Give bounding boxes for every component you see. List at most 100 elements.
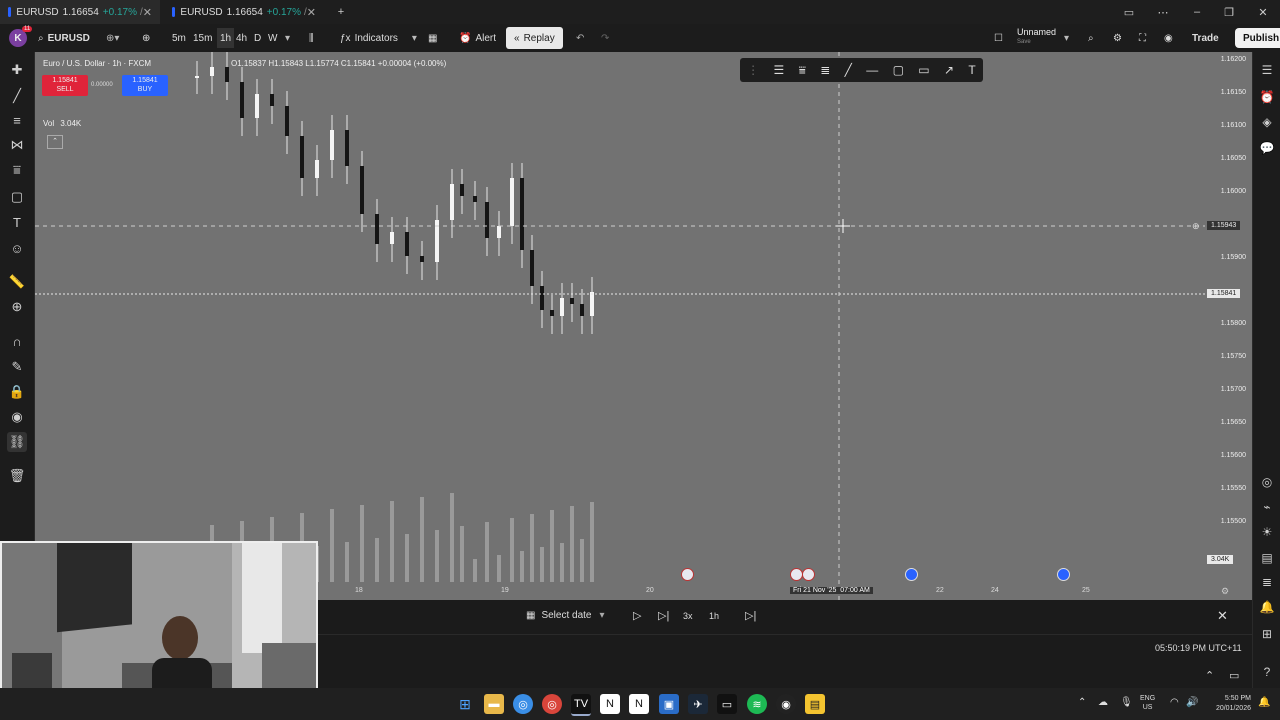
candles-icon[interactable]: ⫼ (309, 24, 314, 52)
more-icon[interactable]: ⋯ (1146, 0, 1180, 24)
parallel-channel-icon[interactable]: ⩸ (799, 63, 806, 78)
news-icon[interactable]: ≣ (1257, 572, 1277, 592)
screen-share-icon[interactable]: ▭ (1112, 0, 1146, 24)
shapes-icon[interactable]: ▢ (7, 187, 27, 207)
price-scale[interactable]: 1.16200 1.16150 1.16100 1.16050 1.16000 1.159… (1205, 52, 1252, 600)
layers-icon[interactable]: ◈ (1257, 112, 1277, 132)
browser-tab-2[interactable]: EURUSD 1.16654 +0.17% / ✕ (164, 0, 324, 24)
system-clock[interactable]: 5:50 PM 20/01/2026 (1209, 694, 1251, 714)
language-indicator[interactable]: ENG US (1140, 694, 1155, 712)
play-icon[interactable]: ▷ (633, 609, 641, 622)
symbol-legend[interactable]: Euro / U.S. Dollar · 1h · FXCM (43, 59, 151, 68)
eye-icon[interactable]: ◉ (7, 407, 27, 427)
draw-mode-icon[interactable]: ✎ (7, 357, 27, 377)
buy-button[interactable]: 1.15841 BUY (122, 75, 168, 96)
close-tab-icon[interactable]: ✕ (143, 6, 152, 19)
callout-icon[interactable]: ▭ (918, 63, 929, 77)
calendar-icon[interactable]: ▤ (1257, 548, 1277, 568)
interval-15m[interactable]: 15m (193, 24, 212, 52)
chrome-icon[interactable]: ◎ (513, 694, 533, 714)
chevron-down-icon[interactable]: ▾ (1064, 24, 1069, 52)
chat-icon[interactable]: 💬 (1257, 138, 1277, 158)
close-replay-icon[interactable]: ✕ (1217, 608, 1228, 624)
event-flag-icon[interactable] (681, 568, 694, 581)
select-date-button[interactable]: ▦ Select date ▾ (526, 610, 605, 621)
replay-speed[interactable]: 3x (683, 611, 693, 621)
trash-icon[interactable]: 🗑 (7, 466, 27, 486)
zoom-icon[interactable]: ⊕ (7, 297, 27, 317)
fib-retracement-icon[interactable]: ≣ (820, 63, 830, 77)
pulse-icon[interactable]: ⌁ (1257, 497, 1277, 517)
event-flag-icon[interactable] (802, 568, 815, 581)
ruler-icon[interactable]: 📏 (7, 272, 27, 292)
emoji-icon[interactable]: ☺ (7, 238, 27, 258)
maximize-panel-icon[interactable]: ▭ (1229, 669, 1239, 682)
spotify-icon[interactable]: ≋ (747, 694, 767, 714)
chart-canvas[interactable] (35, 52, 1252, 600)
maximize-icon[interactable]: ❐ (1212, 0, 1246, 24)
alerts-icon[interactable]: ⏰ (1257, 87, 1277, 107)
quick-search-icon[interactable]: ⌕ (1088, 24, 1094, 52)
photos-icon[interactable]: ▣ (659, 694, 679, 714)
interval-d[interactable]: D (254, 24, 261, 52)
replay-button[interactable]: « Replay (506, 27, 563, 49)
capcut-icon[interactable]: ▭ (717, 694, 737, 714)
obs-icon[interactable]: ◉ (776, 694, 796, 714)
lightbulb-icon[interactable]: ☀ (1257, 522, 1277, 542)
horizontal-ray-icon[interactable]: ☰ (774, 63, 785, 77)
close-window-icon[interactable]: ✕ (1246, 0, 1280, 24)
pattern-icon[interactable]: ⋈ (7, 135, 27, 155)
add-alert-icon[interactable]: ⊕ (1192, 221, 1200, 232)
interval-1h[interactable]: 1h (217, 28, 235, 48)
sell-button[interactable]: 1.15841 SELL (42, 75, 88, 96)
wifi-icon[interactable]: ◠ (1170, 697, 1179, 708)
volume-icon[interactable]: 🔊 (1186, 697, 1198, 708)
templates-icon[interactable]: ▦ (428, 24, 437, 52)
microphone-icon[interactable]: 🎙 (1120, 697, 1133, 708)
text-icon[interactable]: T (7, 212, 27, 232)
interval-4h[interactable]: 4h (236, 24, 247, 52)
steam-icon[interactable]: ✈ (688, 694, 708, 714)
trend-line-icon[interactable]: ╱ (7, 86, 27, 106)
trade-button[interactable]: Trade (1192, 24, 1219, 52)
interval-5m[interactable]: 5m (172, 24, 186, 52)
rectangle-icon[interactable]: ▢ (893, 63, 904, 77)
event-flag-icon[interactable] (1057, 568, 1070, 581)
fib-icon[interactable]: ≡ (7, 110, 27, 130)
layout-checkbox-icon[interactable]: ☐ (994, 24, 1003, 52)
notion-icon[interactable]: N (600, 694, 620, 714)
file-explorer-icon[interactable]: ▬ (484, 694, 504, 714)
forecast-icon[interactable]: ⩸ (7, 160, 27, 180)
alert-button[interactable]: ⏰ Alert (459, 24, 496, 52)
sticky-notes-icon[interactable]: ▤ (805, 694, 825, 714)
collapse-legend-icon[interactable]: ⌃ (47, 135, 63, 149)
event-flag-icon[interactable] (905, 568, 918, 581)
tradingview-icon[interactable]: TV (571, 694, 591, 716)
symbol-search[interactable]: ⌕ EURUSD (38, 24, 90, 52)
text-icon[interactable]: T (968, 63, 975, 77)
crosshair-icon[interactable]: ✚ (7, 60, 27, 80)
apps-icon[interactable]: ⊞ (1257, 624, 1277, 644)
chevron-down-icon[interactable]: ▾ (285, 24, 290, 52)
undo-icon[interactable]: ↶ (576, 24, 584, 52)
interval-w[interactable]: W (268, 24, 277, 52)
step-forward-icon[interactable]: ▷| (658, 609, 669, 622)
lock-icon[interactable]: 🔒 (7, 382, 27, 402)
notifications-icon[interactable]: 🔔 (1257, 597, 1277, 617)
link-icon[interactable]: ⛓ (7, 432, 27, 452)
watchlist-icon[interactable]: ☰ (1257, 60, 1277, 80)
chevron-up-icon[interactable]: ⌃ (1078, 697, 1086, 708)
help-icon[interactable]: ? (1257, 662, 1277, 682)
trend-line-icon[interactable]: ╱ (845, 63, 852, 77)
jump-to-realtime-icon[interactable]: ▷| (745, 609, 756, 622)
replay-interval[interactable]: 1h (709, 611, 719, 621)
indicators-button[interactable]: ƒx Indicators ▾ (340, 24, 417, 52)
horizontal-line-icon[interactable]: — (866, 63, 878, 77)
magnet-icon[interactable]: ∩ (7, 331, 27, 351)
layout-name[interactable]: Unnamed Save (1017, 27, 1056, 47)
windows-start-icon[interactable]: ⊞ (455, 694, 475, 714)
target-icon[interactable]: ◎ (1257, 472, 1277, 492)
close-tab-icon[interactable]: ✕ (307, 6, 316, 19)
notion-icon[interactable]: N (629, 694, 649, 714)
settings-icon[interactable]: ⚙ (1113, 24, 1122, 52)
